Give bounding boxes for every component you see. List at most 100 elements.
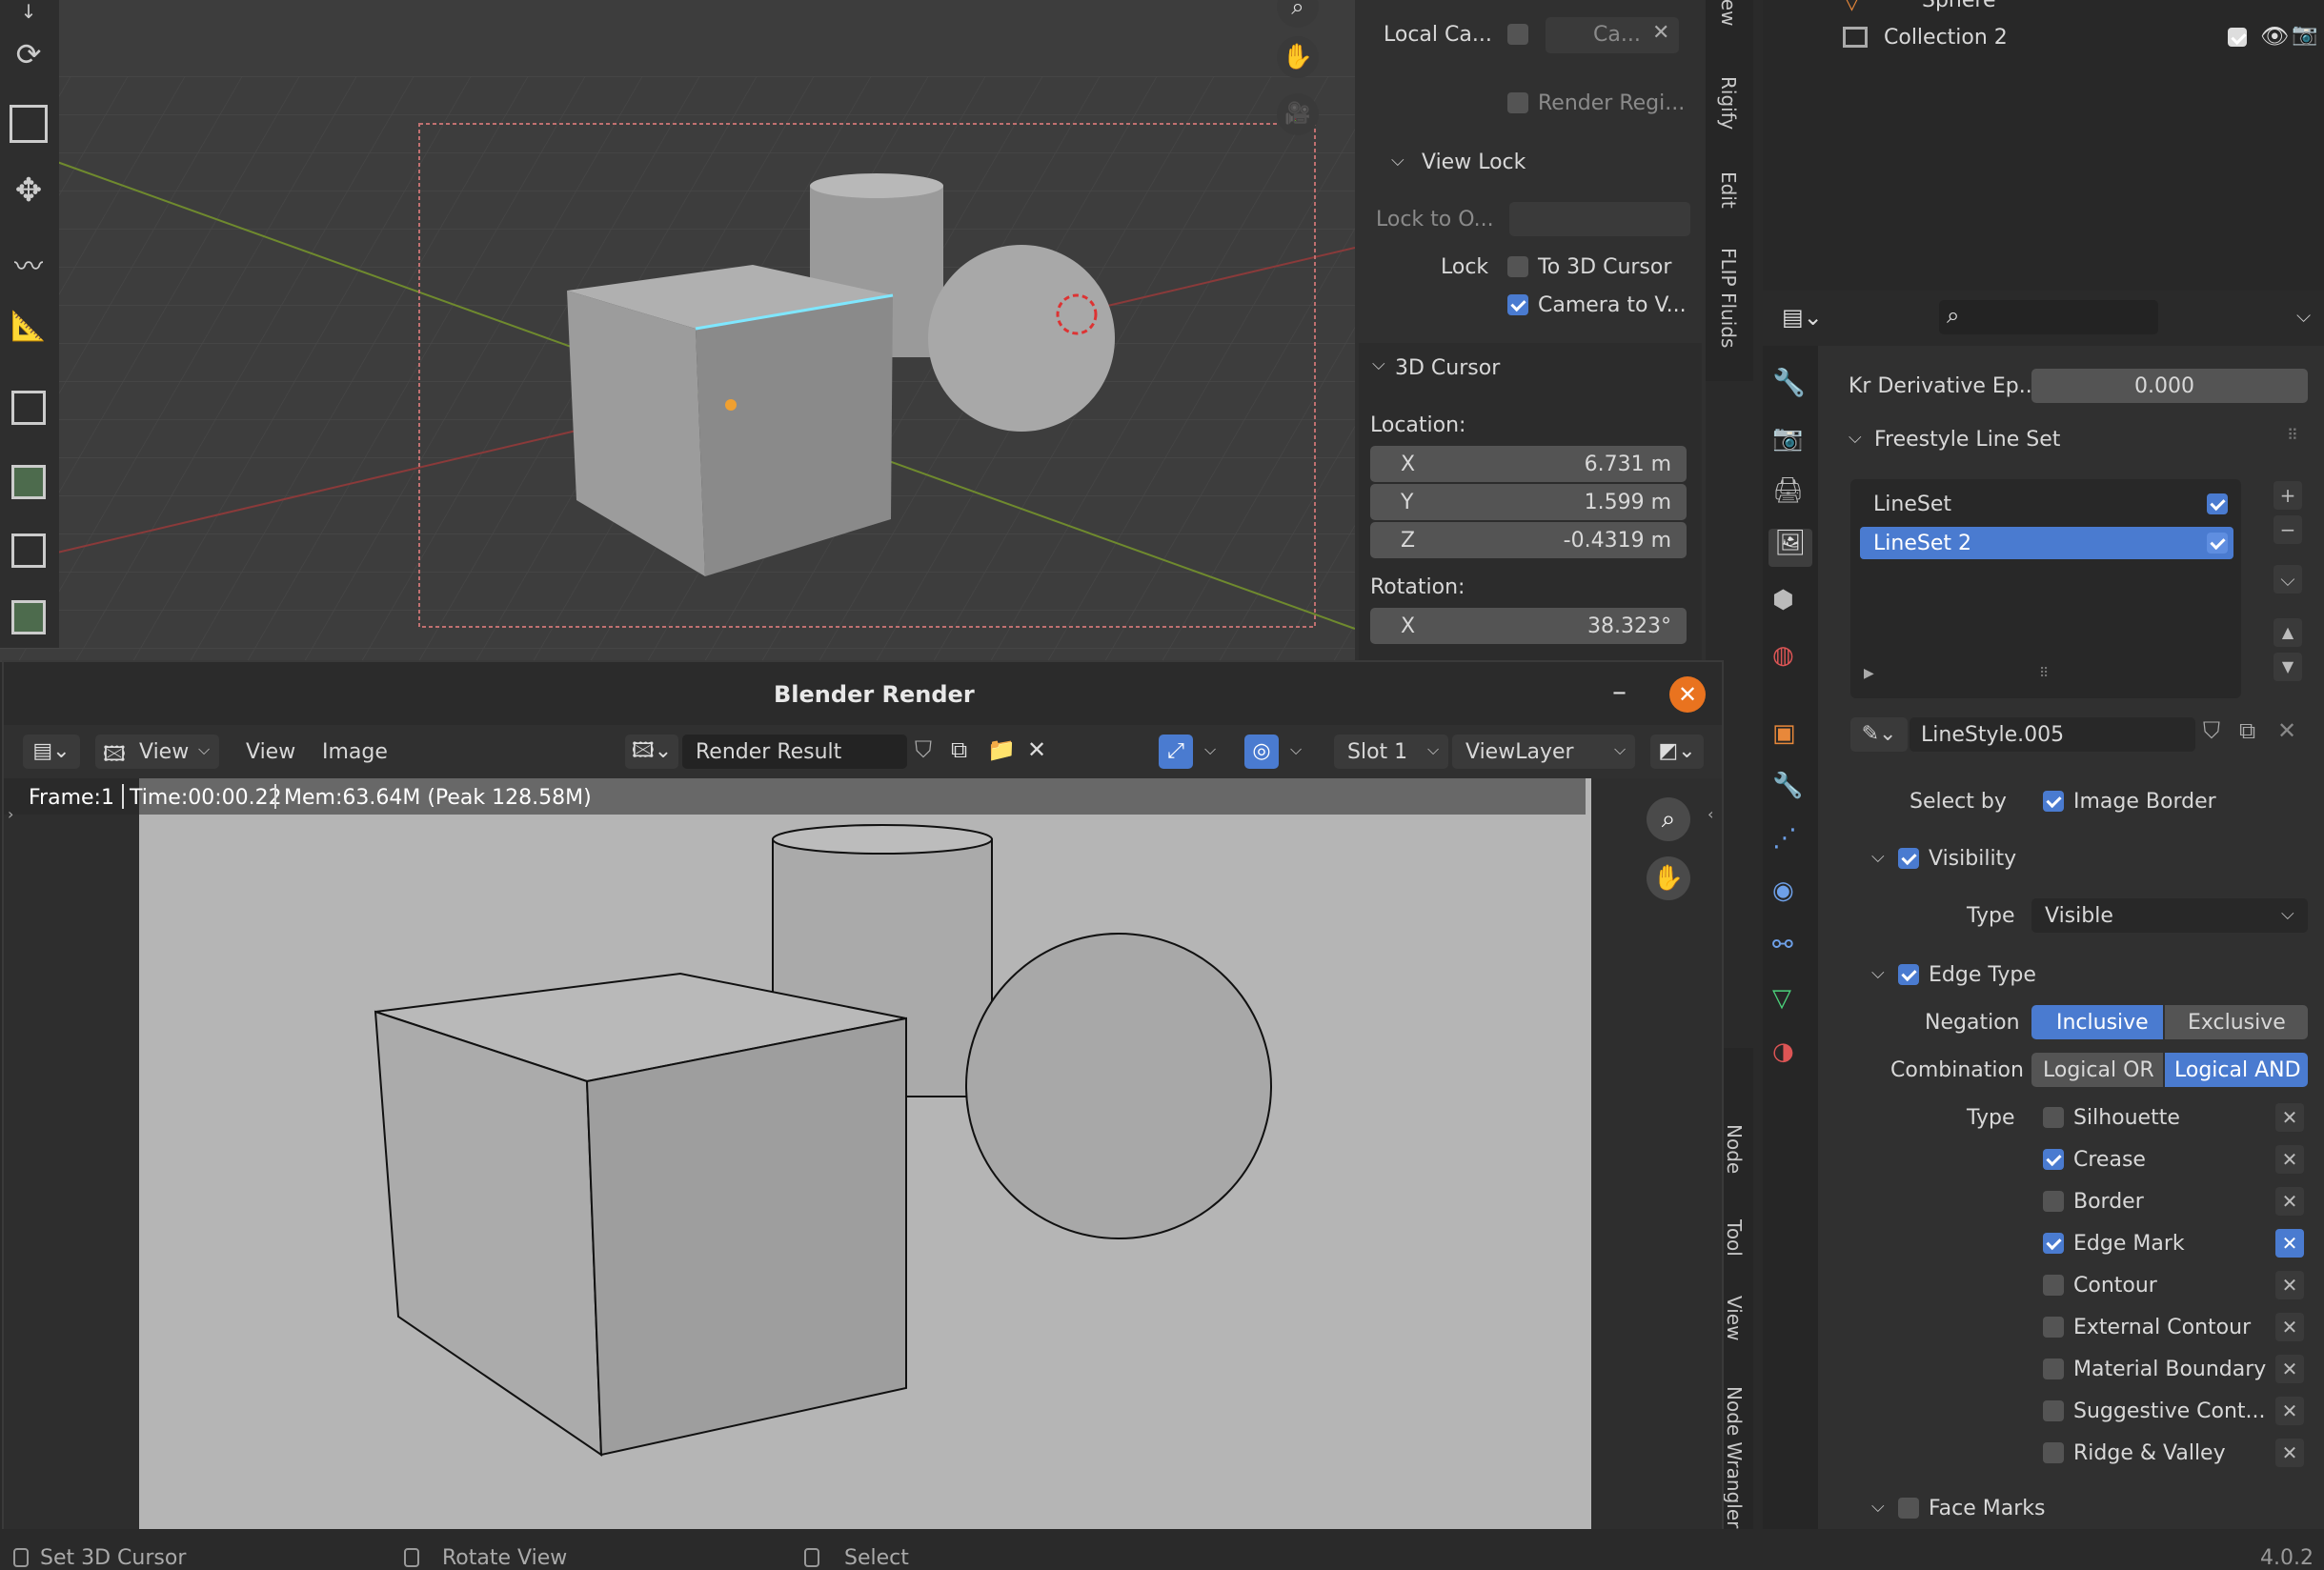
constraints-icon[interactable]: ⚯ — [1772, 931, 1810, 969]
object-icon[interactable]: ▣ — [1772, 719, 1810, 757]
image-name-field[interactable]: Render Result — [682, 735, 907, 769]
camera-view-icon[interactable]: 🎥 — [1277, 93, 1319, 135]
external-contour-checkbox[interactable] — [2043, 1317, 2064, 1338]
image-browse-button[interactable]: 🖾⌄ — [625, 735, 678, 769]
material-boundary-exclude-icon[interactable]: ✕ — [2275, 1355, 2304, 1383]
tab-edit[interactable]: Edit — [1717, 171, 1740, 209]
tab-tool[interactable]: Tool — [1723, 1219, 1746, 1257]
chevron-down-icon[interactable]: ⌵ — [1290, 740, 1302, 759]
chevron-down-icon[interactable]: ⌵ — [2296, 304, 2311, 327]
render-window-titlebar[interactable]: Blender Render – ✕ — [4, 662, 1722, 725]
chevron-down-icon[interactable]: ⌵ — [1849, 428, 1862, 448]
viewport-3d[interactable] — [0, 0, 1355, 662]
measure-tool-icon[interactable]: 📐 — [10, 310, 48, 348]
material-icon[interactable]: ◑ — [1772, 1037, 1810, 1076]
material-boundary-checkbox[interactable] — [2043, 1359, 2064, 1379]
edge-mark-exclude-icon[interactable]: ✕ — [2275, 1229, 2304, 1258]
duplicate-icon[interactable]: ⧉ — [2239, 717, 2255, 744]
menu-view[interactable]: View — [246, 740, 295, 764]
data-icon[interactable]: ▽ — [1772, 984, 1810, 1022]
outliner-item-sphere[interactable]: Sphere — [1922, 0, 1996, 12]
chevron-down-icon[interactable]: ⌵ — [1391, 151, 1405, 171]
tab-rigify[interactable]: Rigify — [1717, 76, 1740, 130]
modifier-icon[interactable]: 🔧 — [1772, 772, 1810, 810]
chevron-down-icon[interactable]: ⌵ — [1871, 1497, 1885, 1517]
sidebar-toggle-icon[interactable]: ‹ — [1708, 805, 1713, 823]
add-cube-tool-icon[interactable] — [11, 391, 46, 425]
particles-icon[interactable]: ⋰ — [1772, 824, 1810, 862]
face-marks-header[interactable]: Face Marks — [1929, 1497, 2045, 1520]
lineset-item[interactable]: LineSet — [1873, 493, 1951, 516]
location-z-field[interactable]: Z -0.4319 m — [1370, 522, 1687, 558]
view-lock-header[interactable]: View Lock — [1422, 151, 1526, 174]
tab-view[interactable]: View — [1717, 0, 1740, 26]
rotation-x-field[interactable]: X 38.323° — [1370, 608, 1687, 644]
camera-to-view-checkbox[interactable] — [1507, 294, 1528, 315]
scene-icon[interactable]: ⬢ — [1772, 586, 1810, 624]
edge-type-checkbox[interactable] — [1898, 964, 1919, 985]
output-icon[interactable]: 🖨 — [1772, 476, 1810, 514]
chevron-down-icon[interactable]: ⌵ — [1204, 740, 1216, 759]
transform-tool-icon[interactable]: ✥ — [10, 171, 48, 210]
add-lineset-icon[interactable]: + — [2273, 481, 2302, 510]
contour-checkbox[interactable] — [2043, 1275, 2064, 1296]
view-mode-dropdown[interactable]: 🖾 View ⌵ — [95, 735, 219, 769]
lineset-item-selected[interactable]: LineSet 2 — [1860, 527, 2233, 559]
bevel-tool-icon[interactable] — [11, 600, 46, 634]
freestyle-lineset-header[interactable]: Freestyle Line Set — [1874, 428, 2060, 452]
tab-flip-fluids[interactable]: FLIP Fluids — [1717, 248, 1740, 348]
visibility-header[interactable]: Visibility — [1929, 847, 2016, 871]
chevron-down-icon[interactable]: ⌵ — [2273, 565, 2302, 594]
tab-view[interactable]: View — [1723, 1296, 1746, 1340]
overlay-icon[interactable]: ◎ — [1244, 735, 1279, 769]
tab-node-wrangler[interactable]: Node Wrangler — [1723, 1386, 1746, 1528]
combination-and-button[interactable]: Logical AND — [2165, 1053, 2308, 1087]
display-channels-icon[interactable]: ◩⌄ — [1650, 735, 1704, 769]
collection-include-checkbox[interactable] — [2228, 28, 2247, 47]
editor-type-icon[interactable]: ▤⌄ — [23, 735, 80, 769]
lineset-enable-checkbox[interactable] — [2207, 533, 2228, 554]
linestyle-field[interactable]: LineStyle.005 — [1910, 717, 2195, 752]
extrude-tool-icon[interactable] — [11, 465, 46, 499]
render-icon[interactable]: 📷 — [1772, 424, 1810, 462]
tool-settings-icon[interactable]: 🔧 — [1772, 367, 1810, 405]
kr-derivative-field[interactable]: 0.000 — [2031, 369, 2308, 403]
negation-inclusive-button[interactable]: Inclusive — [2031, 1005, 2163, 1039]
fake-user-icon[interactable]: ⛉ — [915, 736, 932, 763]
expand-arrow-icon[interactable]: ▶ — [1864, 666, 1874, 681]
rotate-tool-icon[interactable]: ⟳ — [10, 36, 48, 74]
image-canvas[interactable]: Frame:1 Time:00:00.22 Mem:63.64M (Peak 1… — [4, 778, 1722, 1531]
unlink-icon[interactable]: ✕ — [2277, 717, 2296, 744]
unlink-icon[interactable]: ✕ — [1027, 736, 1046, 763]
visibility-type-dropdown[interactable]: Visible ⌵ — [2031, 898, 2308, 933]
external-contour-exclude-icon[interactable]: ✕ — [2275, 1313, 2304, 1341]
annotate-tool-icon[interactable]: 〰 — [10, 243, 48, 284]
image-border-checkbox[interactable] — [2043, 791, 2064, 812]
close-button[interactable]: ✕ — [1669, 676, 1706, 713]
view-layer-icon[interactable]: 🖼 — [1768, 529, 1812, 567]
toolbar-toggle-icon[interactable]: › — [8, 805, 13, 823]
combination-or-button[interactable]: Logical OR — [2031, 1053, 2163, 1087]
edge-type-header[interactable]: Edge Type — [1929, 963, 2036, 987]
border-exclude-icon[interactable]: ✕ — [2275, 1187, 2304, 1216]
negation-exclusive-button[interactable]: Exclusive — [2165, 1005, 2308, 1039]
ridge-valley-checkbox[interactable] — [2043, 1442, 2064, 1463]
cursor-header[interactable]: 3D Cursor — [1395, 356, 1500, 380]
physics-icon[interactable]: ◉ — [1772, 876, 1810, 915]
eye-icon[interactable]: 👁 — [2260, 23, 2289, 50]
chevron-down-icon[interactable]: ⌵ — [1372, 354, 1385, 374]
suggestive-contour-checkbox[interactable] — [2043, 1400, 2064, 1421]
local-camera-field[interactable]: Ca... ✕ — [1546, 17, 1679, 53]
crease-exclude-icon[interactable]: ✕ — [2275, 1145, 2304, 1174]
edge-mark-checkbox[interactable] — [2043, 1233, 2064, 1254]
minimize-button[interactable]: – — [1612, 675, 1627, 709]
contour-exclude-icon[interactable]: ✕ — [2275, 1271, 2304, 1299]
outliner-item-collection-2[interactable]: Collection 2 — [1884, 26, 2008, 50]
remove-lineset-icon[interactable]: − — [2273, 515, 2302, 544]
render-slot-mode-icon[interactable]: ⤢ — [1159, 735, 1193, 769]
move-down-icon[interactable]: ▼ — [2273, 653, 2302, 681]
cursor-tool-icon[interactable]: ↓ — [10, 0, 48, 23]
lock-to-object-field[interactable] — [1509, 202, 1690, 236]
face-marks-checkbox[interactable] — [1898, 1498, 1919, 1519]
zoom-icon[interactable]: ⌕ — [1647, 797, 1690, 841]
